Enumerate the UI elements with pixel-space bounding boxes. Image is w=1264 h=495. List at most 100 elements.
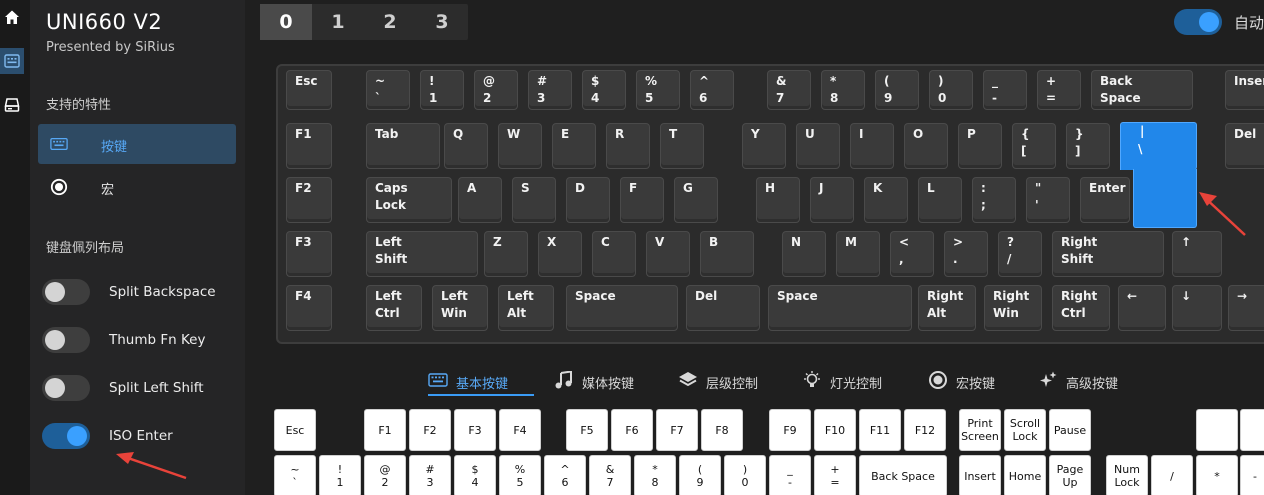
key-e[interactable]: E [552,123,596,169]
selector-key-blank[interactable]: ~ ` [274,455,316,495]
key-2[interactable]: @2 [474,70,518,110]
selector-key-blank[interactable]: / [1151,455,1193,495]
selector-key-page-up[interactable]: Page Up [1049,455,1091,495]
selector-key-f3[interactable]: F3 [454,409,496,451]
selector-key-f12[interactable]: F12 [904,409,946,451]
key-blank[interactable]: ~ ` [366,70,410,110]
selector-key-blank[interactable]: * [1196,455,1238,495]
key-insert[interactable]: Insert [1225,70,1264,110]
selector-key-blank[interactable] [1240,409,1264,451]
key-blank[interactable]: {[ [1012,123,1056,169]
key-right-win[interactable]: Right Win [984,285,1042,331]
rail-home-button[interactable] [0,4,24,30]
key-z[interactable]: Z [484,231,528,277]
selector-key-f5[interactable]: F5 [566,409,608,451]
rail-device-button[interactable] [0,92,24,118]
key-del[interactable]: Del [1225,123,1264,169]
key-t[interactable]: T [660,123,704,169]
selector-key-3[interactable]: #3 [409,455,451,495]
key-0[interactable]: ) 0 [929,70,973,110]
key-9[interactable]: (9 [875,70,919,110]
selector-key-f9[interactable]: F9 [769,409,811,451]
selector-key-7[interactable]: & 7 [589,455,631,495]
key-f2[interactable]: F2 [286,177,332,223]
selector-key-f10[interactable]: F10 [814,409,856,451]
key-f[interactable]: F [620,177,664,223]
key-c[interactable]: C [592,231,636,277]
key-5[interactable]: % 5 [636,70,680,110]
selector-key-0[interactable]: ) 0 [724,455,766,495]
selector-key-blank[interactable]: + = [814,455,856,495]
key-6[interactable]: ^ 6 [690,70,734,110]
key-d[interactable]: D [566,177,610,223]
key-left-win[interactable]: Left Win [432,285,488,331]
key-blank[interactable]: ← [1118,285,1166,331]
key-l[interactable]: L [918,177,962,223]
key-blank[interactable]: <, [890,231,934,277]
selector-key-home[interactable]: Home [1004,455,1046,495]
toggle-switch[interactable] [42,423,90,449]
tab-category-2[interactable]: 媒体按键 [554,366,660,396]
key-h[interactable]: H [756,177,800,223]
key-right-ctrl[interactable]: Right Ctrl [1052,285,1110,331]
key-left-ctrl[interactable]: Left Ctrl [366,285,422,331]
key-blank[interactable]: " ' [1026,177,1070,223]
key-p[interactable]: P [958,123,1002,169]
toggle-switch[interactable] [42,279,90,305]
layer-tab-3[interactable]: 3 [416,4,468,40]
selector-key-insert[interactable]: Insert [959,455,1001,495]
selector-key-f8[interactable]: F8 [701,409,743,451]
tab-category-1[interactable]: 基本按键 [428,366,534,396]
key-blank[interactable]: ↓ [1172,285,1222,331]
key-esc[interactable]: Esc [286,70,332,110]
toggle-switch[interactable] [42,327,90,353]
key-v[interactable]: V [646,231,690,277]
key-i[interactable]: I [850,123,894,169]
key-blank[interactable]: >. [944,231,988,277]
selector-key-6[interactable]: ^ 6 [544,455,586,495]
layer-tab-1[interactable]: 1 [312,4,364,40]
selector-key-esc[interactable]: Esc [274,409,316,451]
selector-key-blank[interactable]: - [1240,455,1264,495]
selector-key-9[interactable]: (9 [679,455,721,495]
selector-key-num-lock[interactable]: Num Lock [1106,455,1148,495]
key-caps-lock[interactable]: Caps Lock [366,177,452,223]
key-m[interactable]: M [836,231,880,277]
selector-key-f2[interactable]: F2 [409,409,451,451]
layer-tab-0[interactable]: 0 [260,4,312,40]
key-iso-enter[interactable] [1120,122,1197,170]
key-7[interactable]: & 7 [767,70,811,110]
selector-key-2[interactable]: @2 [364,455,406,495]
tab-category-5[interactable]: 宏按键 [928,366,1008,396]
key-del[interactable]: Del [686,285,760,331]
key-4[interactable]: $4 [582,70,626,110]
key-blank[interactable]: :; [972,177,1016,223]
selector-key-back-space[interactable]: Back Space [859,455,947,495]
key-8[interactable]: * 8 [821,70,865,110]
tab-category-6[interactable]: 高级按键 [1038,366,1144,396]
toggle-thumb-fn-key[interactable]: Thumb Fn Key [42,327,240,353]
key-blank[interactable]: ? / [998,231,1042,277]
key-left-alt[interactable]: Left Alt [498,285,554,331]
selector-key-f6[interactable]: F6 [611,409,653,451]
key-n[interactable]: N [782,231,826,277]
key-g[interactable]: G [674,177,718,223]
selector-key-1[interactable]: ! 1 [319,455,361,495]
key-right-alt[interactable]: Right Alt [918,285,976,331]
selector-key-4[interactable]: $4 [454,455,496,495]
key-back-space[interactable]: Back Space [1091,70,1193,110]
key-b[interactable]: B [700,231,754,277]
key-blank[interactable]: }] [1066,123,1110,169]
selector-key-scroll-lock[interactable]: Scroll Lock [1004,409,1046,451]
key-f4[interactable]: F4 [286,285,332,331]
key-a[interactable]: A [458,177,502,223]
selector-key-print-screen[interactable]: Print Screen [959,409,1001,451]
key-tab[interactable]: Tab [366,123,440,169]
toggle-split-backspace[interactable]: Split Backspace [42,279,240,305]
key-q[interactable]: Q [444,123,488,169]
key-k[interactable]: K [864,177,908,223]
selector-key-5[interactable]: % 5 [499,455,541,495]
selector-key-f7[interactable]: F7 [656,409,698,451]
selector-key-blank[interactable] [1196,409,1238,451]
selector-key-pause[interactable]: Pause [1049,409,1091,451]
